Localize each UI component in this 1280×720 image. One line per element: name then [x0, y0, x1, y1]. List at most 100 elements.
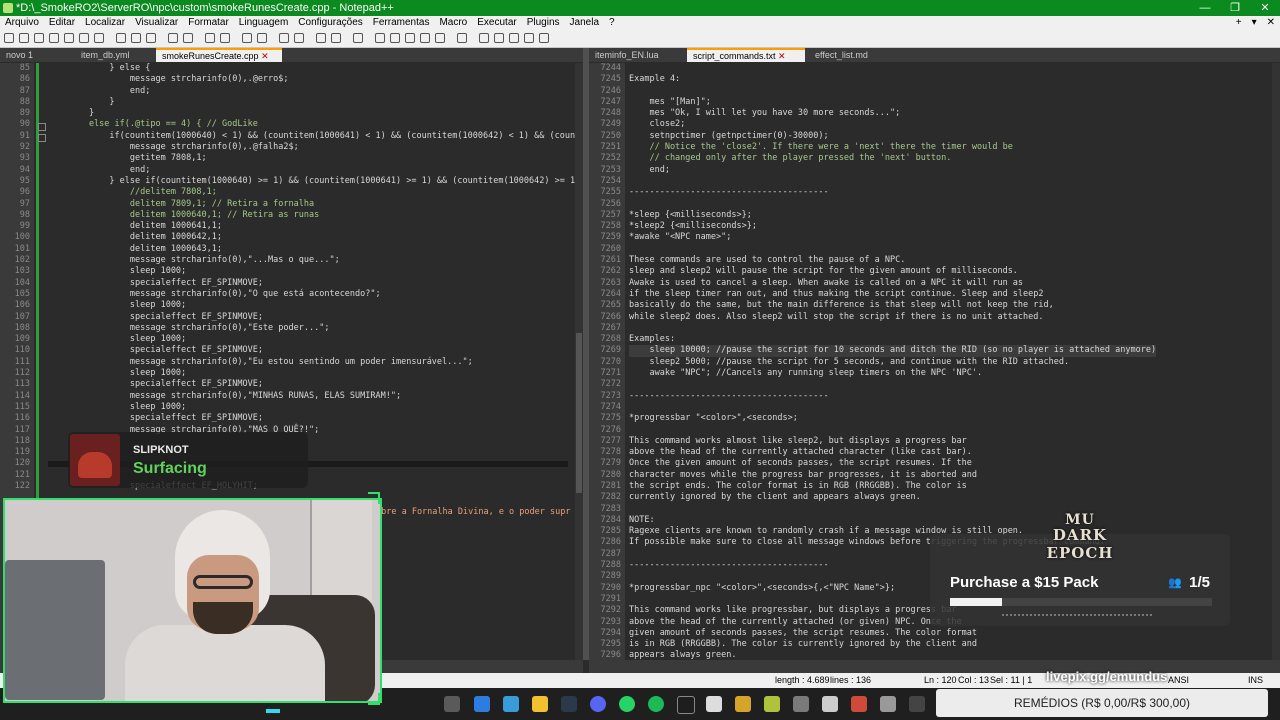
code-line[interactable]: --------------------------------------- — [629, 391, 1156, 402]
play-macro-icon[interactable] — [494, 33, 504, 43]
code-line[interactable]: message strcharinfo(0),"O que está acont… — [48, 289, 575, 300]
code-line[interactable]: *awake "<NPC name>"; — [629, 232, 1156, 243]
app-icon[interactable] — [706, 696, 722, 712]
wrap-icon[interactable] — [316, 33, 326, 43]
zoom-in-icon[interactable] — [242, 33, 252, 43]
code-line[interactable]: *sleep2 {<milliseconds>}; — [629, 221, 1156, 232]
code-line[interactable]: basically do the same, but the main diff… — [629, 300, 1156, 311]
tab-novo-1[interactable]: novo 1 — [0, 48, 62, 62]
tab-smoke-runes-create[interactable]: smokeRunesCreate.cpp ✕ — [156, 48, 282, 62]
code-line[interactable]: delitem 7809,1; // Retira a fornalha — [48, 199, 575, 210]
app-icon[interactable] — [793, 696, 809, 712]
replace-icon[interactable] — [220, 33, 230, 43]
zoom-out-icon[interactable] — [257, 33, 267, 43]
code-line[interactable]: sleep 1000; — [48, 334, 575, 345]
save-icon[interactable] — [34, 33, 44, 43]
code-line[interactable]: *progressbar "<color>",<seconds>; — [629, 413, 1156, 424]
monitor-icon[interactable] — [435, 33, 445, 43]
tab-list-icon[interactable]: ▾ — [1247, 16, 1262, 29]
code-line[interactable]: given amount of seconds passes, the scri… — [629, 628, 1156, 639]
code-line[interactable]: specialeffect EF_SPINMOVE; — [48, 345, 575, 356]
app-icon[interactable] — [880, 696, 896, 712]
code-line[interactable]: } — [48, 97, 575, 108]
code-icon[interactable] — [375, 33, 385, 43]
print-icon[interactable] — [94, 33, 104, 43]
code-line[interactable]: } else if(countitem(1000640) >= 1) && (c… — [48, 176, 575, 187]
code-line[interactable]: Awake is used to cancel a sleep. When aw… — [629, 278, 1156, 289]
code-line[interactable]: This command works almost like sleep2, b… — [629, 436, 1156, 447]
cut-icon[interactable] — [116, 33, 126, 43]
widget-icon[interactable] — [474, 696, 490, 712]
code-line[interactable]: if(countitem(1000640) < 1) && (countitem… — [48, 131, 575, 142]
code-line[interactable] — [629, 176, 1156, 187]
code-line[interactable]: specialeffect EF_SPINMOVE; — [48, 312, 575, 323]
new-file-icon[interactable] — [4, 33, 14, 43]
open-file-icon[interactable] — [19, 33, 29, 43]
show-all-chars-icon[interactable] — [331, 33, 341, 43]
code-line[interactable]: currently ignored by the client and appe… — [629, 492, 1156, 503]
menu-configuracoes[interactable]: Configurações — [293, 16, 367, 29]
paste-icon[interactable] — [146, 33, 156, 43]
code-line[interactable]: // changed only after the player pressed… — [629, 153, 1156, 164]
code-line[interactable]: end; — [629, 165, 1156, 176]
code-line[interactable] — [629, 86, 1156, 97]
app-icon[interactable] — [851, 696, 867, 712]
menu-executar[interactable]: Executar — [472, 16, 521, 29]
menu-localizar[interactable]: Localizar — [80, 16, 130, 29]
indent-guide-icon[interactable] — [353, 33, 363, 43]
code-line[interactable]: else if(.@tipo == 4) { // GodLike — [48, 119, 575, 130]
code-area[interactable]: } else { message strcharinfo(0),.@erro$;… — [48, 63, 575, 492]
scroll-thumb[interactable] — [576, 333, 582, 493]
close-doc-icon[interactable]: ✕ — [1262, 16, 1280, 29]
code-line[interactable]: *sleep {<milliseconds>}; — [629, 210, 1156, 221]
app-icon[interactable] — [909, 696, 925, 712]
code-line[interactable]: Examples: — [629, 334, 1156, 345]
record-macro-icon[interactable] — [457, 33, 467, 43]
menu-plugins[interactable]: Plugins — [522, 16, 565, 29]
code-line[interactable]: } else { — [48, 63, 575, 74]
code-line[interactable]: sleep2 5000; //pause the script for 5 se… — [629, 357, 1156, 368]
code-line[interactable]: message strcharinfo(0),"Este poder..."; — [48, 323, 575, 334]
close-button[interactable]: ✕ — [1250, 0, 1280, 16]
code-line[interactable] — [629, 402, 1156, 413]
settings-icon[interactable] — [822, 696, 838, 712]
undo-icon[interactable] — [168, 33, 178, 43]
discord-icon[interactable] — [590, 696, 606, 712]
spotify-icon[interactable] — [648, 696, 664, 712]
code-line[interactable]: // Notice the 'close2'. If there were a … — [629, 142, 1156, 153]
tab-script-commands[interactable]: script_commands.txt ✕ — [687, 48, 805, 62]
app-icon[interactable] — [503, 696, 519, 712]
code-line[interactable]: getitem 7808,1; — [48, 153, 575, 164]
code-line[interactable] — [629, 323, 1156, 334]
menu-visualizar[interactable]: Visualizar — [130, 16, 183, 29]
minimize-button[interactable]: — — [1190, 0, 1220, 16]
menu-linguagem[interactable]: Linguagem — [234, 16, 293, 29]
code-line[interactable] — [629, 199, 1156, 210]
fold-marker-icon[interactable] — [38, 134, 46, 142]
obs-icon[interactable] — [677, 696, 695, 714]
function-list-icon[interactable] — [405, 33, 415, 43]
code-line[interactable]: awake "NPC"; //Cancels any running sleep… — [629, 368, 1156, 379]
code-line[interactable]: while sleep2 does. Also sleep2 will stop… — [629, 312, 1156, 323]
code-line[interactable]: message strcharinfo(0),.@falha2$; — [48, 142, 575, 153]
find-icon[interactable] — [205, 33, 215, 43]
tab-item-db[interactable]: item_db.yml — [75, 48, 155, 62]
code-line[interactable]: end; — [48, 165, 575, 176]
code-line[interactable]: --------------------------------------- — [629, 187, 1156, 198]
code-line[interactable] — [629, 63, 1156, 74]
play-multiple-icon[interactable] — [509, 33, 519, 43]
left-vertical-scrollbar[interactable] — [575, 63, 583, 660]
code-line[interactable] — [629, 379, 1156, 390]
code-line[interactable]: sleep 1000; — [48, 368, 575, 379]
close-file-icon[interactable] — [64, 33, 74, 43]
code-line[interactable]: close2; — [629, 119, 1156, 130]
tab-effect-list[interactable]: effect_list.md — [809, 48, 889, 62]
code-line[interactable]: message strcharinfo(0),"MINHAS RUNAS, EL… — [48, 391, 575, 402]
code-line[interactable]: delitem 1000642,1; — [48, 232, 575, 243]
close-all-icon[interactable] — [79, 33, 89, 43]
menu-arquivo[interactable]: Arquivo — [0, 16, 44, 29]
menu-macro[interactable]: Macro — [434, 16, 472, 29]
code-line[interactable]: delitem 1000643,1; — [48, 244, 575, 255]
spellcheck-icon[interactable] — [539, 33, 549, 43]
code-line[interactable]: } — [48, 108, 575, 119]
